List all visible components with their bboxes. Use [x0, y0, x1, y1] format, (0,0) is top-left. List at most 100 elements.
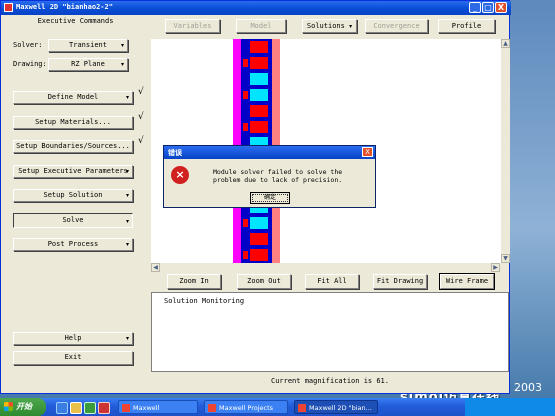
coil-side-block [243, 43, 248, 51]
solve-button[interactable]: Solve ▾ [13, 213, 133, 228]
executive-commands-panel: Executive Commands Solver: Transient ▾ D… [3, 15, 148, 375]
chevron-down-icon: ▾ [125, 192, 129, 199]
system-tray [465, 398, 555, 416]
solver-select[interactable]: Transient ▾ [48, 39, 128, 52]
coil-side-block [243, 91, 248, 99]
dialog-title-bar[interactable]: 错误 X [164, 146, 375, 159]
setup-solution-button[interactable]: Setup Solution ▾ [13, 189, 133, 202]
help-label: Help [64, 334, 82, 342]
taskbar-item-label: Maxwell Projects [219, 404, 274, 412]
coil-block [250, 233, 268, 245]
app-icon [4, 3, 13, 12]
coil-block [250, 57, 268, 69]
taskbar-item-maxwell-2d[interactable]: Maxwell 2D "bian... [294, 400, 378, 414]
coil-side-block [243, 219, 248, 227]
setup-boundaries-button[interactable]: Setup Boundaries/Sources... [13, 140, 133, 153]
minimize-button[interactable]: _ [469, 2, 481, 13]
coil-block [250, 105, 268, 117]
dialog-message: Module solver failed to solve the proble… [213, 168, 343, 184]
coil-block [250, 249, 268, 261]
status-bar: Current magnification is 61. [270, 377, 389, 385]
window-title: Maxwell 2D "bianhao2-2" [16, 3, 113, 11]
setup-executive-parameters-button[interactable]: Setup Executive Parameters ▾ [13, 165, 133, 178]
setup-materials-label: Setup Materials... [35, 118, 111, 126]
maxwell-icon [298, 404, 306, 412]
vertical-scrollbar[interactable]: ▲ ▼ [501, 39, 510, 263]
fit-all-button[interactable]: Fit All [305, 274, 359, 289]
scroll-up-icon[interactable]: ▲ [501, 39, 510, 48]
horizontal-scrollbar[interactable]: ◀ ▶ [151, 263, 509, 273]
setup-boundaries-label: Setup Boundaries/Sources... [16, 142, 130, 150]
help-button[interactable]: Help ▾ [13, 332, 133, 345]
solutions-label: Solutions [306, 22, 345, 30]
quicklaunch-app-icon[interactable] [98, 402, 110, 414]
solution-monitoring-title: Solution Monitoring [164, 297, 245, 305]
windows-logo-icon [4, 402, 13, 411]
define-model-label: Define Model [47, 93, 99, 101]
setup-materials-check-icon: √ [138, 112, 144, 122]
coil-side-block [243, 59, 248, 67]
scroll-right-icon[interactable]: ▶ [491, 263, 500, 272]
quicklaunch-ie-icon[interactable] [56, 402, 68, 414]
coil-side-block [243, 75, 248, 83]
quicklaunch-desktop-icon[interactable] [84, 402, 96, 414]
coil-block [250, 121, 268, 133]
coil-block [250, 73, 268, 85]
title-bar[interactable]: Maxwell 2D "bianhao2-2" _ □ X [1, 1, 511, 15]
quicklaunch-folder-icon[interactable] [70, 402, 82, 414]
drawing-label: Drawing: [13, 60, 47, 68]
define-model-button[interactable]: Define Model ▾ [13, 91, 133, 104]
setup-boundaries-check-icon: √ [138, 136, 144, 146]
solutions-button[interactable]: Solutions ▾ [302, 19, 357, 33]
chevron-down-icon: ▾ [349, 23, 353, 30]
taskbar-item-maxwell[interactable]: Maxwell [118, 400, 198, 414]
coil-side-block [243, 235, 248, 243]
chevron-down-icon: ▾ [125, 218, 129, 225]
drawing-select[interactable]: RZ Plane ▾ [48, 58, 128, 71]
solver-value: Transient [69, 41, 107, 49]
coil-side-block [243, 251, 248, 259]
taskbar-item-label: Maxwell [133, 404, 160, 412]
chevron-down-icon: ▾ [125, 335, 129, 342]
coil-block [250, 217, 268, 229]
chevron-down-icon: ▾ [125, 168, 129, 175]
ok-button[interactable]: 确定 [250, 192, 290, 204]
start-label: 开始 [16, 402, 32, 411]
zoom-out-button[interactable]: Zoom Out [237, 274, 291, 289]
coil-side-block [243, 123, 248, 131]
coil-block [250, 89, 268, 101]
dialog-close-button[interactable]: X [362, 147, 373, 157]
coil-block [250, 41, 268, 53]
post-process-button[interactable]: Post Process ▾ [13, 238, 133, 251]
variables-button[interactable]: Variables [165, 19, 220, 33]
watermark-year: 2003 [514, 381, 542, 394]
scroll-down-icon[interactable]: ▼ [501, 254, 510, 263]
maximize-button[interactable]: □ [482, 2, 494, 13]
panel-heading: Executive Commands [37, 17, 114, 25]
convergence-button[interactable]: Convergence [365, 19, 428, 33]
taskbar-item-label: Maxwell 2D "bian... [309, 404, 372, 412]
error-icon: × [171, 166, 189, 184]
profile-button[interactable]: Profile [438, 19, 495, 33]
chevron-down-icon: ▾ [125, 241, 129, 248]
fit-drawing-button[interactable]: Fit Drawing [373, 274, 427, 289]
zoom-in-button[interactable]: Zoom In [167, 274, 221, 289]
solve-label: Solve [62, 216, 84, 224]
dialog-title: 错误 [168, 149, 182, 157]
maxwell-icon [208, 404, 216, 412]
maxwell-icon [122, 404, 130, 412]
setup-materials-button[interactable]: Setup Materials... [13, 116, 133, 129]
chevron-down-icon: ▾ [120, 42, 124, 49]
post-process-label: Post Process [47, 240, 99, 248]
scroll-left-icon[interactable]: ◀ [151, 263, 160, 272]
taskbar-item-maxwell-projects[interactable]: Maxwell Projects [204, 400, 288, 414]
wire-frame-button[interactable]: Wire Frame [439, 273, 495, 290]
coil-side-block [243, 107, 248, 115]
model-button[interactable]: Model [236, 19, 286, 33]
exit-label: Exit [64, 353, 82, 361]
define-model-check-icon: √ [138, 87, 144, 97]
chevron-down-icon: ▾ [125, 94, 129, 101]
drawing-value: RZ Plane [71, 60, 105, 68]
exit-button[interactable]: Exit [13, 351, 133, 365]
close-button[interactable]: X [495, 2, 507, 13]
